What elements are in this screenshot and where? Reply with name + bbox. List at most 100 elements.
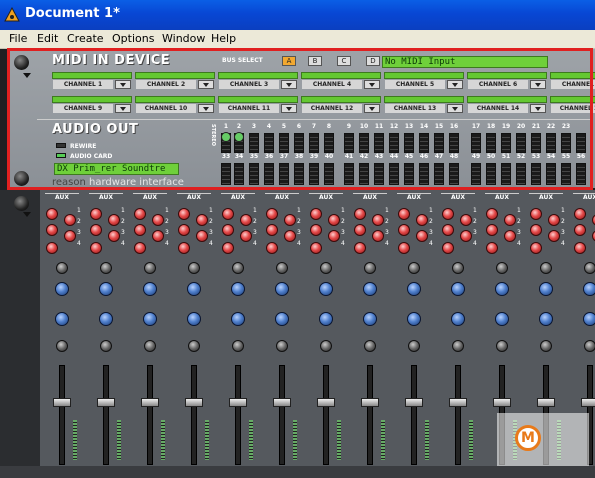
eq-knob[interactable]: [143, 282, 157, 296]
audio-output-jack[interactable]: 49: [470, 153, 482, 186]
pan-knob[interactable]: [452, 340, 464, 352]
gain-knob[interactable]: [100, 262, 112, 274]
aux-send-knob[interactable]: [178, 208, 190, 220]
aux-send-knob[interactable]: [548, 230, 560, 242]
eq-knob[interactable]: [55, 312, 69, 326]
audio-output-jack[interactable]: 20: [515, 123, 527, 153]
pan-knob[interactable]: [144, 340, 156, 352]
aux-send-knob[interactable]: [574, 208, 586, 220]
gain-knob[interactable]: [364, 262, 376, 274]
aux-send-knob[interactable]: [152, 214, 164, 226]
eq-knob[interactable]: [319, 312, 333, 326]
audio-output-jack[interactable]: 41: [343, 153, 355, 186]
audio-output-jack[interactable]: 36: [263, 153, 275, 186]
aux-send-knob[interactable]: [266, 224, 278, 236]
aux-send-knob[interactable]: [240, 230, 252, 242]
midi-channel-slot[interactable]: CHANNEL 15: [550, 96, 595, 114]
pan-knob[interactable]: [408, 340, 420, 352]
aux-send-knob[interactable]: [398, 224, 410, 236]
aux-send-knob[interactable]: [354, 224, 366, 236]
menu-create[interactable]: Create: [67, 32, 104, 45]
aux-send-knob[interactable]: [310, 242, 322, 254]
midi-channel-slot[interactable]: CHANNEL 2: [135, 72, 215, 90]
gain-knob[interactable]: [320, 262, 332, 274]
aux-send-knob[interactable]: [222, 208, 234, 220]
aux-send-knob[interactable]: [152, 230, 164, 242]
menu-options[interactable]: Options: [112, 32, 154, 45]
aux-send-knob[interactable]: [398, 208, 410, 220]
aux-send-knob[interactable]: [266, 208, 278, 220]
aux-send-knob[interactable]: [178, 224, 190, 236]
audio-output-jack[interactable]: 51: [500, 153, 512, 186]
menu-help[interactable]: Help: [211, 32, 236, 45]
aux-send-knob[interactable]: [134, 224, 146, 236]
aux-send-knob[interactable]: [442, 242, 454, 254]
audio-output-jack[interactable]: 4: [263, 123, 275, 153]
midi-channel-slot[interactable]: CHANNEL 13: [384, 96, 464, 114]
eq-knob[interactable]: [451, 282, 465, 296]
audio-output-jack[interactable]: 33: [220, 153, 232, 186]
eq-knob[interactable]: [99, 282, 113, 296]
midi-input-display[interactable]: No MIDI Input: [382, 56, 548, 68]
gain-knob[interactable]: [452, 262, 464, 274]
audio-device-display[interactable]: DX Prim_rer Soundtre: [54, 163, 179, 175]
midi-channel-slot[interactable]: CHANNEL 3: [218, 72, 298, 90]
audio-output-jack[interactable]: 45: [403, 153, 415, 186]
eq-knob[interactable]: [407, 312, 421, 326]
gain-knob[interactable]: [540, 262, 552, 274]
midi-channel-slot[interactable]: CHANNEL 7: [550, 72, 595, 90]
aux-send-knob[interactable]: [266, 242, 278, 254]
audio-output-jack[interactable]: 3: [248, 123, 260, 153]
volume-fader-track[interactable]: [323, 365, 329, 465]
audio-output-jack[interactable]: 52: [515, 153, 527, 186]
eq-knob[interactable]: [539, 312, 553, 326]
audio-output-jack[interactable]: 40: [323, 153, 335, 186]
menu-edit[interactable]: Edit: [37, 32, 58, 45]
eq-knob[interactable]: [407, 282, 421, 296]
aux-send-knob[interactable]: [504, 230, 516, 242]
aux-send-knob[interactable]: [530, 242, 542, 254]
audio-output-jack[interactable]: 15: [433, 123, 445, 153]
audio-output-jack[interactable]: 35: [248, 153, 260, 186]
gain-knob[interactable]: [232, 262, 244, 274]
midi-channel-slot[interactable]: CHANNEL 6: [467, 72, 547, 90]
aux-send-knob[interactable]: [108, 230, 120, 242]
audio-output-jack[interactable]: 50: [485, 153, 497, 186]
aux-send-knob[interactable]: [178, 242, 190, 254]
audio-output-jack[interactable]: 9: [343, 123, 355, 153]
midi-channel-slot[interactable]: CHANNEL 10: [135, 96, 215, 114]
volume-fader-handle[interactable]: [53, 398, 71, 407]
bus-b-button[interactable]: B: [308, 56, 322, 66]
aux-send-knob[interactable]: [486, 242, 498, 254]
aux-send-knob[interactable]: [460, 214, 472, 226]
eq-knob[interactable]: [539, 282, 553, 296]
audio-output-jack[interactable]: 38: [293, 153, 305, 186]
aux-send-knob[interactable]: [416, 230, 428, 242]
eq-knob[interactable]: [55, 282, 69, 296]
audio-output-jack[interactable]: 12: [388, 123, 400, 153]
audio-output-jack[interactable]: 39: [308, 153, 320, 186]
audio-output-jack[interactable]: 13: [403, 123, 415, 153]
volume-fader-track[interactable]: [455, 365, 461, 465]
aux-send-knob[interactable]: [90, 224, 102, 236]
aux-send-knob[interactable]: [64, 230, 76, 242]
aux-send-knob[interactable]: [90, 208, 102, 220]
volume-fader-handle[interactable]: [273, 398, 291, 407]
pan-knob[interactable]: [496, 340, 508, 352]
eq-knob[interactable]: [231, 282, 245, 296]
volume-fader-handle[interactable]: [317, 398, 335, 407]
aux-send-knob[interactable]: [504, 214, 516, 226]
volume-fader-handle[interactable]: [229, 398, 247, 407]
audio-output-jack[interactable]: 18: [485, 123, 497, 153]
volume-fader-handle[interactable]: [185, 398, 203, 407]
bus-c-button[interactable]: C: [337, 56, 351, 66]
aux-send-knob[interactable]: [548, 214, 560, 226]
gain-knob[interactable]: [276, 262, 288, 274]
aux-send-knob[interactable]: [574, 242, 586, 254]
gain-knob[interactable]: [408, 262, 420, 274]
eq-knob[interactable]: [319, 282, 333, 296]
aux-send-knob[interactable]: [354, 242, 366, 254]
volume-fader-track[interactable]: [367, 365, 373, 465]
pan-knob[interactable]: [56, 340, 68, 352]
audio-output-jack[interactable]: 7: [308, 123, 320, 153]
